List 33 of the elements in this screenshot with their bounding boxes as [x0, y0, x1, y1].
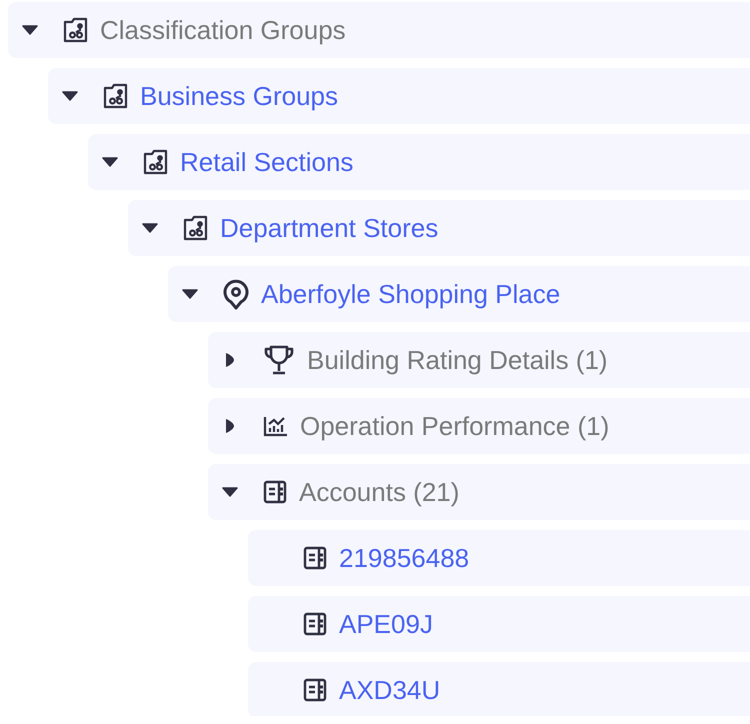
ledger-icon — [303, 546, 327, 570]
tree-link[interactable]: Department Stores — [220, 212, 438, 244]
tree-link[interactable]: AXD34U — [339, 674, 440, 706]
tree-link[interactable]: Retail Sections — [180, 146, 354, 178]
tree-label: Classification Groups — [100, 14, 346, 46]
tree-label: Building Rating Details (1) — [307, 344, 608, 376]
tree-link[interactable]: APE09J — [339, 608, 433, 640]
ledger-icon — [303, 678, 327, 702]
hierarchy-folder-icon — [103, 83, 128, 109]
tree-row[interactable]: Classification Groups — [8, 2, 750, 58]
tree-row[interactable]: APE09J — [248, 596, 750, 652]
hierarchy-folder-icon — [183, 215, 208, 241]
tree-row[interactable]: Operation Performance (1) — [208, 398, 750, 454]
bar-chart-icon — [263, 415, 288, 437]
ledger-icon — [303, 612, 327, 636]
tree-row[interactable]: Accounts (21) — [208, 464, 750, 520]
tree-row[interactable]: 219856488 — [248, 530, 750, 586]
hierarchy-folder-icon — [63, 17, 88, 43]
tree-row[interactable]: AXD34U — [248, 662, 750, 716]
tree-label: Operation Performance (1) — [300, 410, 610, 442]
hierarchy-folder-icon — [143, 149, 168, 175]
trophy-icon — [263, 344, 295, 376]
tree-row[interactable]: Business Groups — [48, 68, 750, 124]
tree-label: Accounts (21) — [299, 476, 460, 508]
tree-row[interactable]: Department Stores — [128, 200, 750, 256]
tree-row[interactable]: Building Rating Details (1) — [208, 332, 750, 388]
tree-row[interactable]: Retail Sections — [88, 134, 750, 190]
tree-link[interactable]: Business Groups — [140, 80, 338, 112]
location-pin-icon — [223, 278, 249, 310]
ledger-icon — [263, 480, 287, 504]
tree-link[interactable]: Aberfoyle Shopping Place — [261, 278, 560, 310]
tree-row[interactable]: Aberfoyle Shopping Place — [168, 266, 750, 322]
tree-link[interactable]: 219856488 — [339, 542, 470, 574]
